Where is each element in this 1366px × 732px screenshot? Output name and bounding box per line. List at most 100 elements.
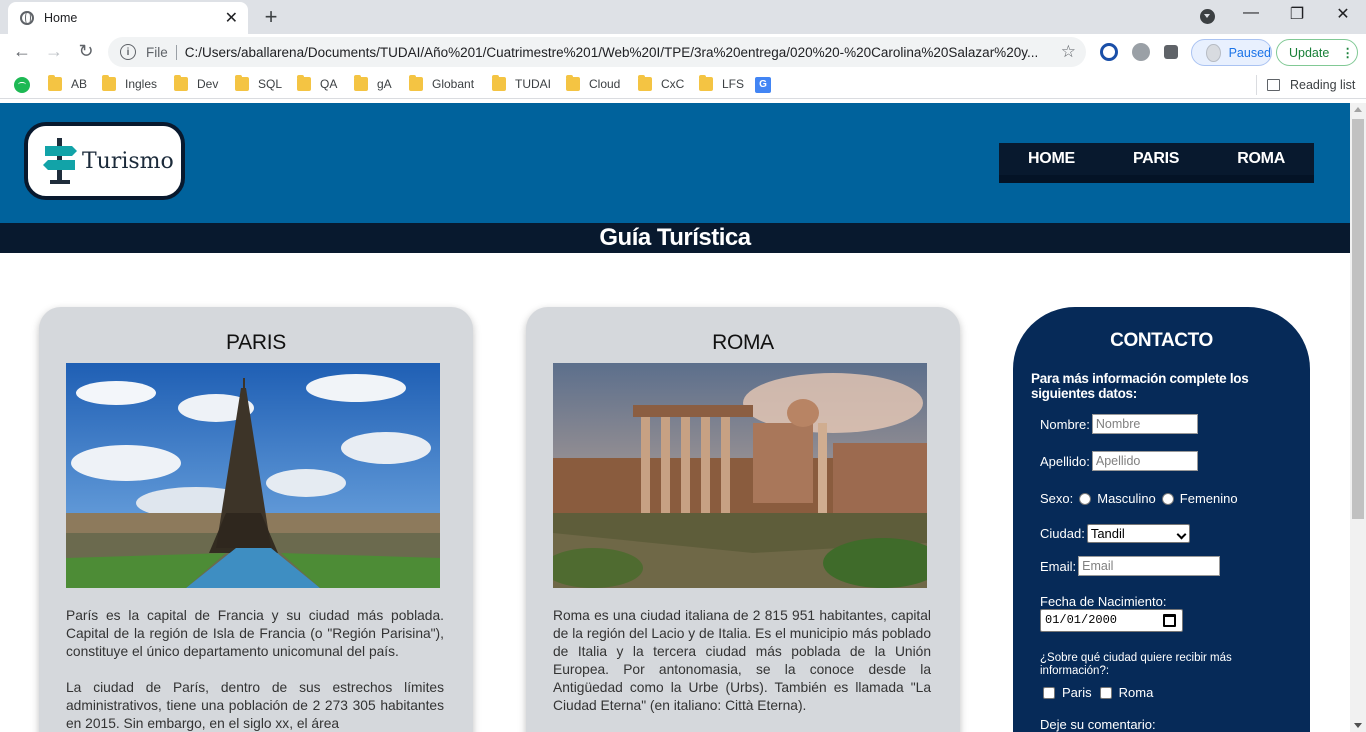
reload-icon[interactable]: ↻ — [74, 41, 98, 62]
bookmark-globant[interactable]: Globant — [409, 75, 474, 91]
profile-paused-button[interactable]: Paused — [1191, 39, 1272, 66]
update-button[interactable]: Update ⋮ — [1276, 39, 1358, 66]
fecha-value: 01/01/2000 — [1045, 613, 1118, 627]
bookmark-dev[interactable]: Dev — [174, 75, 218, 91]
roman-forum-photo — [553, 363, 927, 588]
bookmark-tudai[interactable]: TUDAI — [492, 75, 551, 91]
bookmark-ab[interactable]: AB — [48, 75, 87, 91]
ciudad-label: Ciudad: — [1040, 526, 1085, 541]
email-label: Email: — [1040, 558, 1077, 574]
bookmark-ga[interactable]: gA — [354, 75, 392, 91]
new-tab-icon[interactable]: + — [258, 4, 284, 30]
folder-icon — [235, 75, 249, 91]
sexo-row: Sexo: Masculino Femenino — [1040, 491, 1238, 506]
signpost-icon — [43, 138, 77, 184]
restore-icon[interactable]: ❐ — [1274, 4, 1320, 24]
nav-home[interactable]: HOME — [1028, 150, 1075, 168]
reading-list-icon — [1267, 79, 1280, 91]
bookmark-star-icon[interactable]: ☆ — [1061, 42, 1076, 62]
nombre-input[interactable] — [1091, 414, 1198, 434]
apellido-label: Apellido: — [1040, 453, 1090, 469]
bookmark-qa[interactable]: QA — [297, 75, 337, 91]
vertical-scrollbar[interactable] — [1350, 103, 1366, 732]
calendar-icon[interactable] — [1163, 614, 1176, 627]
paris-paragraph-1: París es la capital de Francia y su ciud… — [66, 608, 444, 659]
page-title: Guía Turística — [0, 223, 1350, 253]
minimize-icon[interactable]: — — [1228, 4, 1274, 22]
femenino-label: Femenino — [1179, 491, 1238, 506]
femenino-radio[interactable] — [1161, 492, 1174, 505]
comment-label: Deje su comentario: — [1040, 717, 1156, 732]
back-arrow-icon[interactable]: ← — [10, 41, 34, 62]
masculino-radio[interactable] — [1079, 492, 1092, 505]
logo-text: Turismo — [82, 148, 174, 174]
nav-roma[interactable]: ROMA — [1237, 150, 1285, 168]
interest-question: ¿Sobre qué ciudad quiere recibir más inf… — [1040, 652, 1232, 677]
fecha-label: Fecha de Nacimiento: — [1040, 594, 1167, 609]
contact-form: CONTACTO Para más información complete l… — [1013, 307, 1310, 732]
apellido-row: Apellido: — [1040, 451, 1198, 471]
address-url[interactable]: C:/Users/aballarena/Documents/TUDAI/Año%… — [185, 45, 1053, 60]
site-header: Turismo HOME PARIS ROMA — [0, 103, 1350, 223]
sexo-label: Sexo: — [1040, 491, 1074, 506]
roma-checkbox[interactable] — [1099, 686, 1112, 699]
interest-options-row: Paris Roma — [1040, 685, 1153, 700]
browser-toolbar: ← → ↻ i File C:/Users/aballarena/Documen… — [0, 34, 1366, 70]
folder-icon — [699, 75, 713, 91]
masculino-label: Masculino — [1097, 491, 1156, 506]
bookmark-cxc[interactable]: CxC — [638, 75, 684, 91]
more-menu-icon[interactable]: ⋮ — [1341, 45, 1354, 60]
scroll-down-icon[interactable] — [1354, 723, 1362, 728]
spotify-icon[interactable] — [14, 77, 30, 93]
folder-icon — [638, 75, 652, 91]
bookmark-cloud[interactable]: Cloud — [566, 75, 620, 91]
fecha-row: 01/01/2000 — [1040, 609, 1183, 632]
avatar — [1206, 43, 1221, 62]
tab-search-icon[interactable] — [1200, 9, 1215, 24]
bookmark-lfs[interactable]: LFS — [699, 75, 744, 91]
browser-tab[interactable]: Home ✕ — [8, 2, 248, 34]
site-logo[interactable]: Turismo — [24, 122, 185, 200]
roma-checkbox-label: Roma — [1118, 685, 1154, 700]
fecha-date-input[interactable]: 01/01/2000 — [1040, 609, 1183, 632]
nombre-label: Nombre: — [1040, 416, 1090, 432]
email-input[interactable] — [1078, 556, 1221, 576]
update-label: Update — [1289, 45, 1330, 60]
close-tab-icon[interactable]: ✕ — [225, 8, 238, 28]
comment-row: Deje su comentario: — [1040, 717, 1156, 732]
apellido-input[interactable] — [1091, 451, 1198, 471]
paris-card: PARIS París es la capital de Francia y s… — [39, 307, 473, 732]
address-bar[interactable]: i File C:/Users/aballarena/Documents/TUD… — [108, 37, 1086, 67]
google-translate-icon[interactable]: G — [755, 77, 771, 93]
address-scheme: File — [146, 44, 177, 60]
bookmarks-bar: AB Ingles Dev SQL QA gA Globant TUDAI Cl… — [0, 70, 1366, 99]
extension-gear-icon[interactable] — [1132, 43, 1150, 61]
nombre-row: Nombre: — [1040, 414, 1198, 434]
roma-card: ROMA Roma es una ciudad italiana de 2 81… — [526, 307, 960, 732]
extension-o-icon[interactable] — [1100, 43, 1118, 61]
contact-title: CONTACTO — [1110, 330, 1213, 351]
paris-checkbox[interactable] — [1043, 686, 1055, 699]
forward-arrow-icon[interactable]: → — [42, 41, 66, 62]
paris-paragraph-2: La ciudad de París, dentro de sus estrec… — [66, 680, 444, 731]
paris-checkbox-label: Paris — [1062, 685, 1092, 700]
extensions-puzzle-icon[interactable] — [1164, 45, 1178, 59]
bookmark-sql[interactable]: SQL — [235, 75, 282, 91]
eiffel-tower-photo — [66, 363, 440, 588]
ciudad-row: Ciudad: Tandil — [1040, 524, 1190, 543]
contact-intro: Para más información complete los siguie… — [1031, 371, 1249, 401]
ciudad-select[interactable]: Tandil — [1086, 524, 1190, 543]
scrollbar-thumb[interactable] — [1352, 119, 1364, 519]
email-row: Email: — [1040, 556, 1221, 576]
scroll-up-icon[interactable] — [1354, 107, 1362, 112]
info-icon[interactable]: i — [120, 44, 136, 60]
card-title: ROMA — [712, 331, 774, 354]
main-nav: HOME PARIS ROMA — [999, 143, 1314, 183]
window-close-icon[interactable]: ✕ — [1320, 4, 1366, 24]
folder-icon — [297, 75, 311, 91]
reading-list-button[interactable]: Reading list — [1256, 75, 1355, 95]
bookmark-ingles[interactable]: Ingles — [102, 75, 157, 91]
browser-tabstrip: Home ✕ + — ❐ ✕ — [0, 0, 1366, 34]
folder-icon — [409, 75, 423, 91]
nav-paris[interactable]: PARIS — [1133, 150, 1180, 168]
